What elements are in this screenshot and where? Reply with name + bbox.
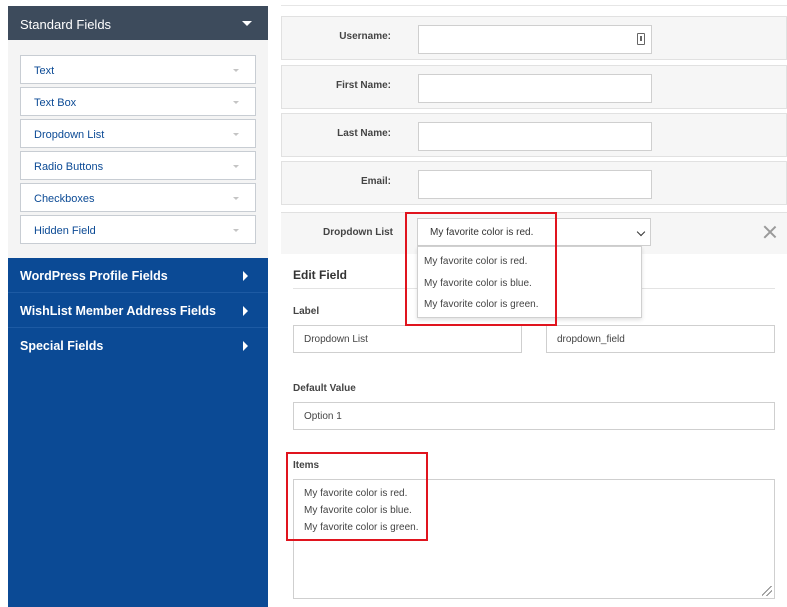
field-name-value: dropdown_field [557, 334, 625, 345]
first-name-input[interactable] [418, 74, 652, 103]
default-value-caption: Default Value [293, 383, 356, 394]
items-line: My favorite color is blue. [304, 505, 412, 516]
chevron-down-icon [233, 229, 239, 232]
field-button-hidden-field[interactable]: Hidden Field [20, 215, 256, 244]
first-name-label: First Name: [335, 80, 391, 91]
email-label: Email: [360, 176, 391, 187]
field-button-dropdown-list[interactable]: Dropdown List [20, 119, 256, 148]
edit-field-title: Edit Field [293, 268, 347, 282]
field-button-label: Text Box [34, 97, 77, 109]
section-label: WordPress Profile Fields [20, 269, 168, 283]
default-value-text: Option 1 [304, 411, 342, 422]
dropdown-option-blue[interactable]: My favorite color is blue. [424, 278, 532, 289]
dropdown-option-red[interactable]: My favorite color is red. [424, 256, 527, 267]
last-name-label: Last Name: [337, 128, 391, 139]
chevron-down-icon [233, 133, 239, 136]
divider [281, 5, 787, 6]
username-label: Username: [339, 31, 391, 42]
form-row-last-name: Last Name: [281, 113, 787, 157]
id-card-icon [637, 33, 645, 45]
section-label: Special Fields [20, 339, 104, 353]
dropdown-selected-value: My favorite color is red. [430, 227, 534, 238]
caret-down-icon [242, 21, 252, 26]
dropdown-option-green[interactable]: My favorite color is green. [424, 299, 539, 310]
chevron-down-icon [233, 197, 239, 200]
field-button-label: Dropdown List [34, 129, 105, 141]
default-value-input[interactable]: Option 1 [293, 402, 775, 430]
last-name-input[interactable] [418, 122, 652, 151]
form-row-email: Email: [281, 161, 787, 205]
label-input-value: Dropdown List [304, 334, 368, 345]
close-icon[interactable] [763, 225, 777, 239]
label-caption: Label [293, 306, 320, 317]
standard-fields-title: Standard Fields [20, 17, 112, 32]
field-button-radio-buttons[interactable]: Radio Buttons [20, 151, 256, 180]
items-line: My favorite color is red. [304, 488, 408, 499]
section-label: WishList Member Address Fields [20, 304, 216, 318]
chevron-down-icon [636, 227, 646, 237]
standard-fields-panel: Text Text Box Dropdown List Radio Button… [8, 40, 268, 258]
dropdown-options-list: My favorite color is red. My favorite co… [417, 246, 642, 318]
chevron-down-icon [233, 165, 239, 168]
chevron-down-icon [233, 69, 239, 72]
field-button-label: Text [34, 65, 55, 77]
items-textarea[interactable]: My favorite color is red. My favorite co… [293, 479, 775, 599]
chevron-down-icon [233, 101, 239, 104]
form-builder-screen: Standard Fields Text Text Box Dropdown L… [0, 0, 787, 607]
username-input[interactable] [418, 25, 652, 54]
caret-right-icon [243, 271, 248, 281]
field-name-input[interactable]: dropdown_field [546, 325, 775, 353]
form-row-username: Username: [281, 16, 787, 60]
items-caption: Items [293, 460, 320, 471]
field-sidebar: Standard Fields Text Text Box Dropdown L… [8, 6, 268, 607]
dropdown-select[interactable]: My favorite color is red. [417, 218, 651, 246]
field-button-checkboxes[interactable]: Checkboxes [20, 183, 256, 212]
caret-right-icon [243, 341, 248, 351]
resize-handle-icon[interactable] [762, 586, 772, 596]
section-special-fields[interactable]: Special Fields [8, 328, 268, 363]
field-button-label: Checkboxes [34, 193, 95, 205]
section-wordpress-profile-fields[interactable]: WordPress Profile Fields [8, 258, 268, 293]
label-input[interactable]: Dropdown List [293, 325, 522, 353]
email-input[interactable] [418, 170, 652, 199]
section-wishlist-address-fields[interactable]: WishList Member Address Fields [8, 293, 268, 328]
caret-right-icon [243, 306, 248, 316]
items-line: My favorite color is green. [304, 522, 419, 533]
field-button-text-box[interactable]: Text Box [20, 87, 256, 116]
form-row-first-name: First Name: [281, 65, 787, 109]
standard-fields-header[interactable]: Standard Fields [8, 6, 268, 40]
field-button-label: Radio Buttons [34, 161, 104, 173]
field-button-label: Hidden Field [34, 225, 96, 237]
field-button-text[interactable]: Text [20, 55, 256, 84]
dropdown-label: Dropdown List [323, 227, 393, 238]
